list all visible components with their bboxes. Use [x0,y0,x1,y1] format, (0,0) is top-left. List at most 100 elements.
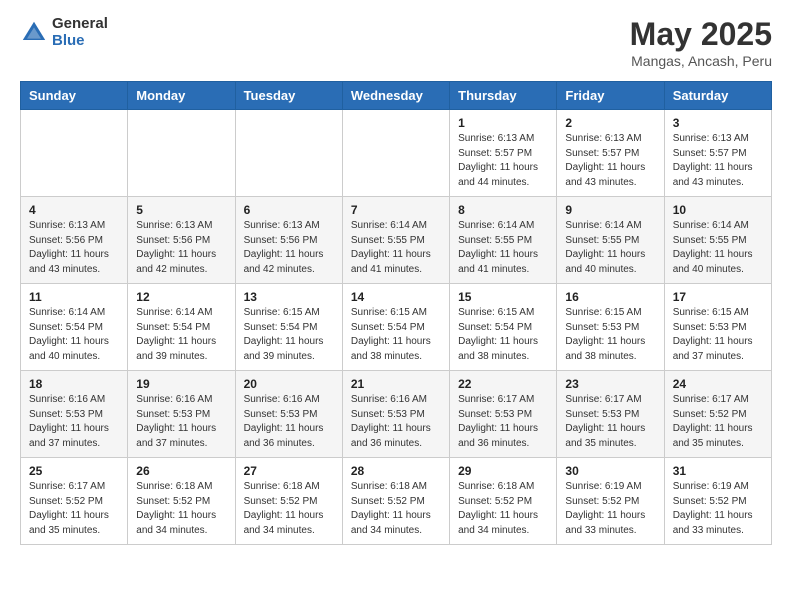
day-info: Sunrise: 6:14 AM Sunset: 5:54 PM Dayligh… [29,306,119,364]
day-number: 13 [244,290,334,304]
day-number: 11 [29,290,119,304]
day-info: Sunrise: 6:14 AM Sunset: 5:55 PM Dayligh… [565,219,655,277]
week-row-5: 25Sunrise: 6:17 AM Sunset: 5:52 PM Dayli… [21,458,772,545]
header-row: Sunday Monday Tuesday Wednesday Thursday… [21,82,772,110]
cell-w5-d0: 25Sunrise: 6:17 AM Sunset: 5:52 PM Dayli… [21,458,128,545]
day-info: Sunrise: 6:15 AM Sunset: 5:53 PM Dayligh… [565,306,655,364]
day-number: 1 [458,116,548,130]
calendar-table: Sunday Monday Tuesday Wednesday Thursday… [20,81,772,545]
cell-w4-d1: 19Sunrise: 6:16 AM Sunset: 5:53 PM Dayli… [128,371,235,458]
day-number: 15 [458,290,548,304]
page: General Blue May 2025 Mangas, Ancash, Pe… [0,0,792,565]
cell-w4-d3: 21 Sunrise: 6:16 AM Sunset: 5:53 PM Dayli… [342,371,449,458]
day-info: Sunrise: 6:18 AM Sunset: 5:52 PM Dayligh… [136,480,226,538]
day-info: Sunrise: 6:13 AM Sunset: 5:57 PM Dayligh… [565,132,655,190]
logo-general-text: General [52,16,108,33]
day-info: Sunrise: 6:15 AM Sunset: 5:54 PM Dayligh… [351,306,441,364]
cell-w4-d4: 22 Sunrise: 6:17 AM Sunset: 5:53 PM Dayli… [450,371,557,458]
cell-w2-d4: 8 Sunrise: 6:14 AM Sunset: 5:55 PM Daylig… [450,197,557,284]
day-number: 24 [673,377,763,391]
cell-w1-d1 [128,110,235,197]
cell-w5-d3: 28Sunrise: 6:18 AM Sunset: 5:52 PM Dayli… [342,458,449,545]
cell-w5-d5: 30 Sunrise: 6:19 AM Sunset: 5:52 PM Dayli… [557,458,664,545]
day-number: 26 [136,464,226,478]
day-number: 27 [244,464,334,478]
logo-icon [20,19,48,47]
day-number: 22 [458,377,548,391]
cell-w3-d5: 16 Sunrise: 6:15 AM Sunset: 5:53 PM Dayli… [557,284,664,371]
day-number: 14 [351,290,441,304]
day-info: Sunrise: 6:13 AM Sunset: 5:56 PM Dayligh… [29,219,119,277]
day-info: Sunrise: 6:15 AM Sunset: 5:53 PM Dayligh… [673,306,763,364]
cell-w4-d6: 24 Sunrise: 6:17 AM Sunset: 5:52 PM Dayli… [664,371,771,458]
logo: General Blue [20,16,108,49]
day-info: Sunrise: 6:14 AM Sunset: 5:54 PM Dayligh… [136,306,226,364]
day-number: 21 [351,377,441,391]
day-number: 18 [29,377,119,391]
day-info: Sunrise: 6:13 AM Sunset: 5:56 PM Dayligh… [244,219,334,277]
calendar-location: Mangas, Ancash, Peru [630,53,772,69]
cell-w5-d4: 29Sunrise: 6:18 AM Sunset: 5:52 PM Dayli… [450,458,557,545]
day-info: Sunrise: 6:18 AM Sunset: 5:52 PM Dayligh… [458,480,548,538]
day-info: Sunrise: 6:14 AM Sunset: 5:55 PM Dayligh… [458,219,548,277]
day-number: 2 [565,116,655,130]
day-info: Sunrise: 6:16 AM Sunset: 5:53 PM Dayligh… [351,393,441,451]
logo-text: General Blue [52,16,108,49]
day-number: 8 [458,203,548,217]
day-info: Sunrise: 6:19 AM Sunset: 5:52 PM Dayligh… [673,480,763,538]
cell-w1-d5: 2 Sunrise: 6:13 AM Sunset: 5:57 PM Daylig… [557,110,664,197]
day-number: 16 [565,290,655,304]
cell-w3-d4: 15Sunrise: 6:15 AM Sunset: 5:54 PM Dayli… [450,284,557,371]
day-info: Sunrise: 6:17 AM Sunset: 5:52 PM Dayligh… [29,480,119,538]
cell-w1-d3 [342,110,449,197]
day-number: 20 [244,377,334,391]
cell-w4-d2: 20 Sunrise: 6:16 AM Sunset: 5:53 PM Dayli… [235,371,342,458]
week-row-3: 11 Sunrise: 6:14 AM Sunset: 5:54 PM Dayli… [21,284,772,371]
day-info: Sunrise: 6:17 AM Sunset: 5:53 PM Dayligh… [565,393,655,451]
day-info: Sunrise: 6:18 AM Sunset: 5:52 PM Dayligh… [351,480,441,538]
title-block: May 2025 Mangas, Ancash, Peru [630,16,772,69]
cell-w2-d1: 5Sunrise: 6:13 AM Sunset: 5:56 PM Daylig… [128,197,235,284]
cell-w5-d1: 26 Sunrise: 6:18 AM Sunset: 5:52 PM Dayli… [128,458,235,545]
cell-w2-d6: 10 Sunrise: 6:14 AM Sunset: 5:55 PM Dayli… [664,197,771,284]
cell-w3-d2: 13 Sunrise: 6:15 AM Sunset: 5:54 PM Dayli… [235,284,342,371]
cell-w1-d0 [21,110,128,197]
day-number: 7 [351,203,441,217]
col-thursday: Thursday [450,82,557,110]
cell-w1-d4: 1Sunrise: 6:13 AM Sunset: 5:57 PM Daylig… [450,110,557,197]
col-friday: Friday [557,82,664,110]
cell-w2-d3: 7 Sunrise: 6:14 AM Sunset: 5:55 PM Daylig… [342,197,449,284]
col-wednesday: Wednesday [342,82,449,110]
day-number: 6 [244,203,334,217]
cell-w5-d6: 31 Sunrise: 6:19 AM Sunset: 5:52 PM Dayli… [664,458,771,545]
day-number: 17 [673,290,763,304]
header: General Blue May 2025 Mangas, Ancash, Pe… [20,16,772,69]
cell-w3-d0: 11 Sunrise: 6:14 AM Sunset: 5:54 PM Dayli… [21,284,128,371]
day-info: Sunrise: 6:13 AM Sunset: 5:57 PM Dayligh… [673,132,763,190]
day-info: Sunrise: 6:16 AM Sunset: 5:53 PM Dayligh… [29,393,119,451]
day-number: 5 [136,203,226,217]
cell-w5-d2: 27 Sunrise: 6:18 AM Sunset: 5:52 PM Dayli… [235,458,342,545]
day-info: Sunrise: 6:18 AM Sunset: 5:52 PM Dayligh… [244,480,334,538]
day-info: Sunrise: 6:17 AM Sunset: 5:53 PM Dayligh… [458,393,548,451]
day-number: 10 [673,203,763,217]
day-number: 9 [565,203,655,217]
day-info: Sunrise: 6:14 AM Sunset: 5:55 PM Dayligh… [351,219,441,277]
week-row-4: 18 Sunrise: 6:16 AM Sunset: 5:53 PM Dayli… [21,371,772,458]
col-saturday: Saturday [664,82,771,110]
day-number: 30 [565,464,655,478]
day-number: 31 [673,464,763,478]
cell-w4-d0: 18 Sunrise: 6:16 AM Sunset: 5:53 PM Dayli… [21,371,128,458]
day-info: Sunrise: 6:15 AM Sunset: 5:54 PM Dayligh… [244,306,334,364]
logo-blue-text: Blue [52,33,108,50]
day-number: 4 [29,203,119,217]
day-info: Sunrise: 6:19 AM Sunset: 5:52 PM Dayligh… [565,480,655,538]
day-info: Sunrise: 6:14 AM Sunset: 5:55 PM Dayligh… [673,219,763,277]
cell-w4-d5: 23Sunrise: 6:17 AM Sunset: 5:53 PM Dayli… [557,371,664,458]
day-number: 3 [673,116,763,130]
cell-w2-d2: 6 Sunrise: 6:13 AM Sunset: 5:56 PM Daylig… [235,197,342,284]
day-info: Sunrise: 6:16 AM Sunset: 5:53 PM Dayligh… [244,393,334,451]
cell-w2-d0: 4 Sunrise: 6:13 AM Sunset: 5:56 PM Daylig… [21,197,128,284]
day-info: Sunrise: 6:17 AM Sunset: 5:52 PM Dayligh… [673,393,763,451]
cell-w3-d1: 12Sunrise: 6:14 AM Sunset: 5:54 PM Dayli… [128,284,235,371]
